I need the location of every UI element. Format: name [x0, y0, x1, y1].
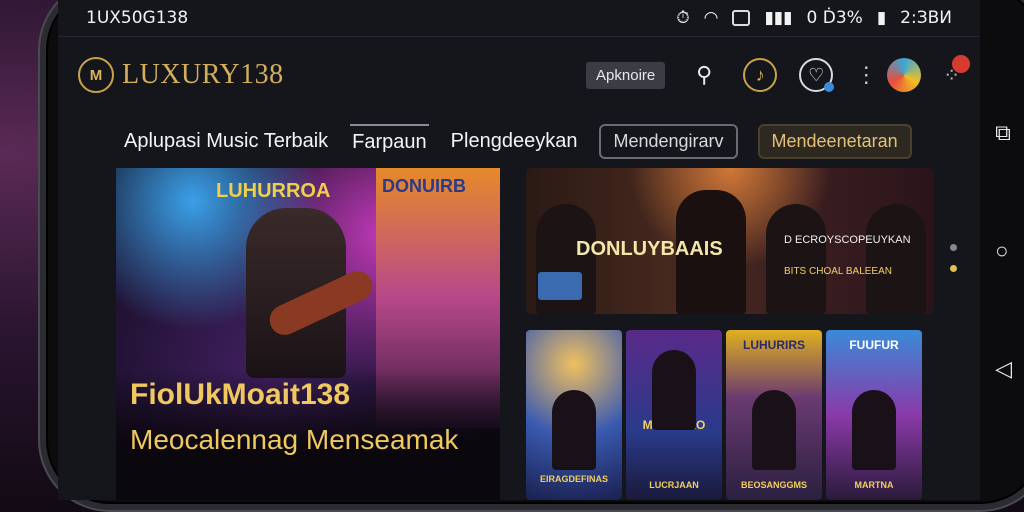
card-bottom-label: MARTNA: [854, 480, 894, 490]
feature-caption: BITS CHOAL BALEEAN: [784, 266, 892, 277]
status-left-text: 1UX50G138: [86, 8, 189, 28]
feature-performer-3: [766, 204, 826, 314]
tab-music-terbaik[interactable]: Aplupasi Music Terbaik: [122, 125, 330, 158]
alarm-icon: ⏱: [676, 8, 690, 28]
hero-banner-title: LUHURROA: [216, 180, 331, 202]
hero-subheadline: Meocalennag Menseamak: [130, 424, 459, 455]
home-icon[interactable]: ○: [995, 238, 1012, 264]
hero-banner[interactable]: DONUIRB LUHURROA FiolUkMoait138 Meocalen…: [116, 168, 500, 500]
logo-text: LUXURY138: [122, 59, 284, 90]
battery-text: 0 Ḋ3%: [806, 8, 863, 28]
hero-headline: FiolUkMoait138: [130, 378, 351, 411]
pill-mendengirarv[interactable]: Mendengirarv: [599, 124, 738, 159]
search-icon[interactable]: ⚲: [687, 58, 721, 92]
back-icon[interactable]: ◁: [995, 356, 1012, 382]
carousel-indicator: [950, 244, 957, 286]
recents-icon[interactable]: ⧉: [995, 120, 1012, 146]
nav-tabs: Aplupasi Music Terbaik Farpaun Plengdeey…: [122, 124, 912, 159]
card-performer-image: [852, 390, 896, 470]
notification-icon[interactable]: ⁘: [943, 54, 970, 88]
card-bottom-label: LUCRJAAN: [649, 480, 699, 490]
feature-subtitle: D ECROYSCOPEUYKAN: [784, 234, 911, 246]
tab-plengdeeykan[interactable]: Plengdeeykan: [449, 125, 580, 158]
card-top-label: LUHURIRS: [743, 338, 805, 352]
carousel-dot-active[interactable]: [950, 265, 957, 272]
battery-icon: ▮: [876, 8, 887, 28]
logo-mark-icon: M: [78, 57, 114, 93]
card-bottom-label: EIRAGDEFINAS: [539, 474, 608, 484]
feature-performer-4: [866, 204, 926, 314]
notification-badge: [952, 54, 970, 73]
logo[interactable]: M LUXURY138: [78, 57, 284, 93]
poster-title: DONUIRB: [382, 176, 466, 196]
mic-icon[interactable]: ♪: [743, 58, 778, 92]
card-bottom-label: BEOSANGGMS: [740, 480, 807, 490]
carousel-dot[interactable]: [950, 244, 957, 251]
tab-farpaun[interactable]: Farpaun: [350, 124, 429, 159]
grid-card[interactable]: LUHURIRS BEOSANGGMS: [726, 330, 822, 500]
signal-icon: ▮▮▮: [764, 8, 793, 28]
card-top-label: FUUFUR: [849, 338, 899, 352]
grid-card[interactable]: MUXOKAO LUCRJAAN: [626, 330, 722, 500]
app-screen: 1UX50G138 ⏱ ◠ ▮▮▮ 0 Ḋ3% ▮ 2:ЗВИ M LUXURY…: [58, 0, 980, 500]
avatar[interactable]: [887, 58, 922, 92]
wifi-icon: ◠: [703, 8, 719, 28]
status-bar: 1UX50G138 ⏱ ◠ ▮▮▮ 0 Ḋ3% ▮ 2:ЗВИ: [58, 0, 980, 36]
grid-card[interactable]: FUUFUR MARTNA: [826, 330, 922, 500]
card-performer-image: [752, 390, 796, 470]
clock: 2:ЗВИ: [900, 8, 952, 28]
status-icons: ⏱ ◠ ▮▮▮ 0 Ḋ3% ▮ 2:ЗВИ: [676, 8, 952, 28]
grid-card[interactable]: EIRAGDEFINAS: [526, 330, 622, 500]
app-header: M LUXURY138 Apknoire ⚲ ♪ ♡ ⋮ ⁘: [58, 40, 980, 110]
kebab-icon[interactable]: ⋮: [855, 62, 877, 88]
feature-card[interactable]: DONLUYBAAIS D ECROYSCOPEUYKAN BITS CHOAL…: [526, 168, 934, 314]
heart-status-dot: [824, 82, 835, 92]
android-nav-keys: ⧉ ○ ◁: [995, 120, 1012, 382]
feature-thumbnail: [538, 272, 582, 300]
header-button[interactable]: Apknoire: [586, 61, 666, 89]
card-performer-image: [552, 390, 596, 470]
card-performer-image: [652, 350, 696, 430]
heart-icon[interactable]: ♡: [799, 58, 835, 92]
status-divider: [58, 36, 980, 37]
pill-mendeenetaran[interactable]: Mendeenetaran: [757, 124, 912, 159]
screen-icon: [732, 10, 751, 26]
header-actions: Apknoire ⚲ ♪ ♡ ⋮ ⁘: [586, 54, 970, 92]
feature-title: DONLUYBAAIS: [576, 238, 723, 260]
